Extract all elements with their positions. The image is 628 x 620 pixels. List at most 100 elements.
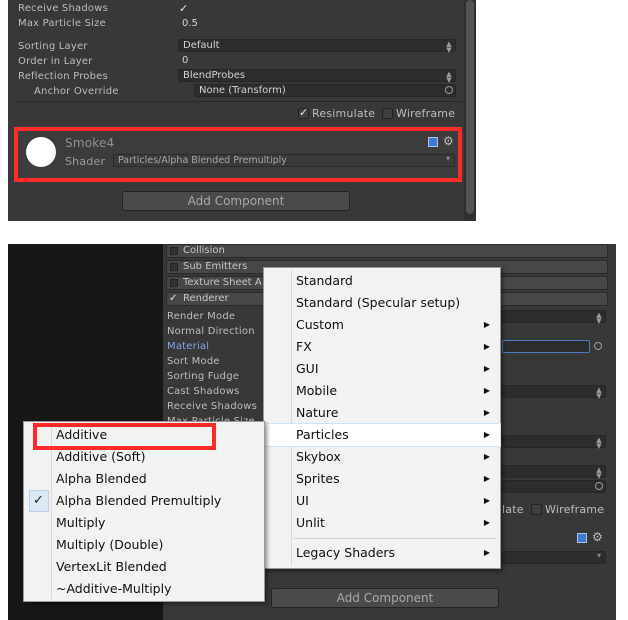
shader-menu-item-legacy-shaders[interactable]: Legacy Shaders ▶: [264, 542, 500, 564]
check-icon: ✓: [299, 106, 309, 119]
render-mode-dropdown[interactable]: ▲ ▼: [502, 310, 606, 325]
menu-item-label: FX: [296, 339, 312, 354]
sorting-layer-dropdown[interactable]: Default ▲ ▼: [178, 39, 456, 54]
reflection-probes-dropdown[interactable]: BlendProbes ▲ ▼: [178, 69, 456, 84]
wireframe-label: Wireframe: [545, 503, 605, 516]
submenu-arrow-icon: ▶: [483, 364, 490, 373]
submenu-arrow-icon: ▶: [483, 342, 490, 351]
dropdown-arrows-icon: ▲ ▼: [446, 70, 452, 84]
chevron-down-icon: ▾: [596, 551, 601, 560]
dropdown-arrows-icon: ▲ ▼: [596, 386, 602, 400]
render-mode-label: Render Mode: [167, 311, 236, 322]
reflection-probes-label: Reflection Probes: [18, 71, 108, 82]
module-label: Renderer: [183, 293, 229, 304]
submenu-arrow-icon: ▶: [483, 496, 490, 505]
shader-menu-item-unlit[interactable]: Unlit ▶: [264, 512, 500, 534]
module-label: Texture Sheet A: [183, 277, 262, 288]
menu-item-label: Nature: [296, 405, 339, 420]
menu-item-label: Legacy Shaders: [296, 545, 396, 560]
anchor-override-field[interactable]: None (Transform): [194, 84, 456, 97]
dropdown-arrows-icon: ▲ ▼: [596, 311, 602, 325]
resimulate-label-partial: late: [502, 503, 524, 516]
shader-menu-item-nature[interactable]: Nature ▶: [264, 402, 500, 424]
shader-menu-item-mobile[interactable]: Mobile ▶: [264, 380, 500, 402]
menu-item-label: Custom: [296, 317, 344, 332]
shader-menu-item-gui[interactable]: GUI ▶: [264, 358, 500, 380]
receive-shadows-label: Receive Shadows: [18, 3, 108, 14]
receive-shadows-checkbox[interactable]: ✓: [179, 3, 188, 14]
object-picker-icon[interactable]: [445, 86, 453, 94]
particles-item-multiply-double[interactable]: Multiply (Double): [24, 534, 264, 556]
shader-menu-item-skybox[interactable]: Skybox ▶: [264, 446, 500, 468]
particles-item-vertexlit-blended[interactable]: VertexLit Blended: [24, 556, 264, 578]
add-component-button[interactable]: Add Component: [271, 588, 499, 608]
menu-item-label: Alpha Blended: [56, 471, 147, 486]
scrollbar-thumb[interactable]: [466, 0, 474, 214]
cast-shadows-dropdown[interactable]: ▲ ▼: [502, 385, 606, 400]
highlight-additive-box: [33, 423, 216, 450]
module-toggle[interactable]: [170, 247, 178, 255]
menu-item-label: Sprites: [296, 471, 340, 486]
sorting-fudge-label: Sorting Fudge: [167, 371, 240, 382]
menu-item-label: VertexLit Blended: [56, 559, 167, 574]
module-toggle[interactable]: [170, 263, 178, 271]
menu-item-label: Mobile: [296, 383, 338, 398]
module-label: Collision: [183, 245, 225, 256]
module-collision-header[interactable]: Collision: [166, 244, 608, 258]
check-icon[interactable]: ✓: [169, 293, 177, 305]
max-particle-size-field[interactable]: 0.5: [182, 18, 198, 29]
shader-menu-item-fx[interactable]: FX ▶: [264, 336, 500, 358]
shader-dropdown[interactable]: ▾: [502, 551, 606, 564]
particles-item-alpha-blended[interactable]: Alpha Blended: [24, 468, 264, 490]
order-in-layer-label: Order in Layer: [18, 56, 93, 67]
dropdown-arrows-icon: ▲ ▼: [596, 436, 602, 450]
shader-menu-item-particles[interactable]: Particles ▶: [263, 423, 501, 447]
module-toggle[interactable]: [170, 279, 178, 287]
max-particle-size-label: Max Particle Size: [18, 18, 106, 29]
menu-item-label: Particles: [296, 427, 349, 442]
anchor-override-value: None (Transform): [199, 85, 286, 96]
menu-separator: [294, 538, 496, 539]
sort-mode-label: Sort Mode: [167, 356, 220, 367]
module-label: Sub Emitters: [183, 261, 248, 272]
anchor-override-field[interactable]: [502, 480, 606, 493]
wireframe-label: Wireframe: [396, 107, 456, 120]
menu-item-label: Unlit: [296, 515, 325, 530]
material-label: Material: [167, 341, 210, 352]
order-in-layer-field[interactable]: 0: [182, 55, 188, 66]
particles-item-additive-multiply[interactable]: ~Additive-Multiply: [24, 578, 264, 600]
particles-item-alpha-blended-premultiply[interactable]: ✓ Alpha Blended Premultiply: [24, 490, 264, 512]
material-field[interactable]: [502, 340, 590, 353]
menu-item-label: GUI: [296, 361, 319, 376]
reflection-probes-dropdown[interactable]: ▲ ▼: [502, 465, 606, 480]
object-picker-icon[interactable]: [595, 482, 603, 490]
shader-menu: Standard Standard (Specular setup) Custo…: [263, 267, 501, 569]
menu-item-label: Alpha Blended Premultiply: [56, 493, 222, 508]
object-picker-icon[interactable]: [594, 342, 602, 350]
receive-shadows-label: Receive Shadows: [167, 401, 257, 412]
shader-menu-item-standard[interactable]: Standard: [264, 270, 500, 292]
help-book-icon[interactable]: [577, 533, 587, 543]
shader-menu-item-sprites[interactable]: Sprites ▶: [264, 468, 500, 490]
particles-item-multiply[interactable]: Multiply: [24, 512, 264, 534]
wireframe-checkbox[interactable]: [382, 108, 393, 119]
shader-menu-item-custom[interactable]: Custom ▶: [264, 314, 500, 336]
gear-icon[interactable]: ⚙: [592, 530, 603, 544]
menu-item-label: Skybox: [296, 449, 341, 464]
menu-item-label: ~Additive-Multiply: [56, 581, 172, 596]
shader-menu-item-standard-specular[interactable]: Standard (Specular setup): [264, 292, 500, 314]
anchor-override-label: Anchor Override: [34, 86, 119, 97]
normal-direction-label: Normal Direction: [167, 326, 255, 337]
add-component-button[interactable]: Add Component: [122, 191, 350, 211]
submenu-arrow-icon: ▶: [483, 548, 490, 557]
wireframe-checkbox[interactable]: [531, 504, 542, 515]
submenu-arrow-icon: ▶: [483, 518, 490, 527]
resimulate-label: Resimulate: [312, 107, 376, 120]
shader-menu-item-ui[interactable]: UI ▶: [264, 490, 500, 512]
highlight-material-box: [14, 127, 462, 182]
sorting-layer-dropdown[interactable]: ▲ ▼: [502, 435, 606, 450]
reflection-probes-value: BlendProbes: [183, 70, 246, 81]
submenu-arrow-icon: ▶: [483, 474, 490, 483]
dropdown-arrows-icon: ▲ ▼: [596, 466, 602, 480]
top-inspector-panel: Receive Shadows ✓ Max Particle Size 0.5 …: [8, 0, 476, 221]
